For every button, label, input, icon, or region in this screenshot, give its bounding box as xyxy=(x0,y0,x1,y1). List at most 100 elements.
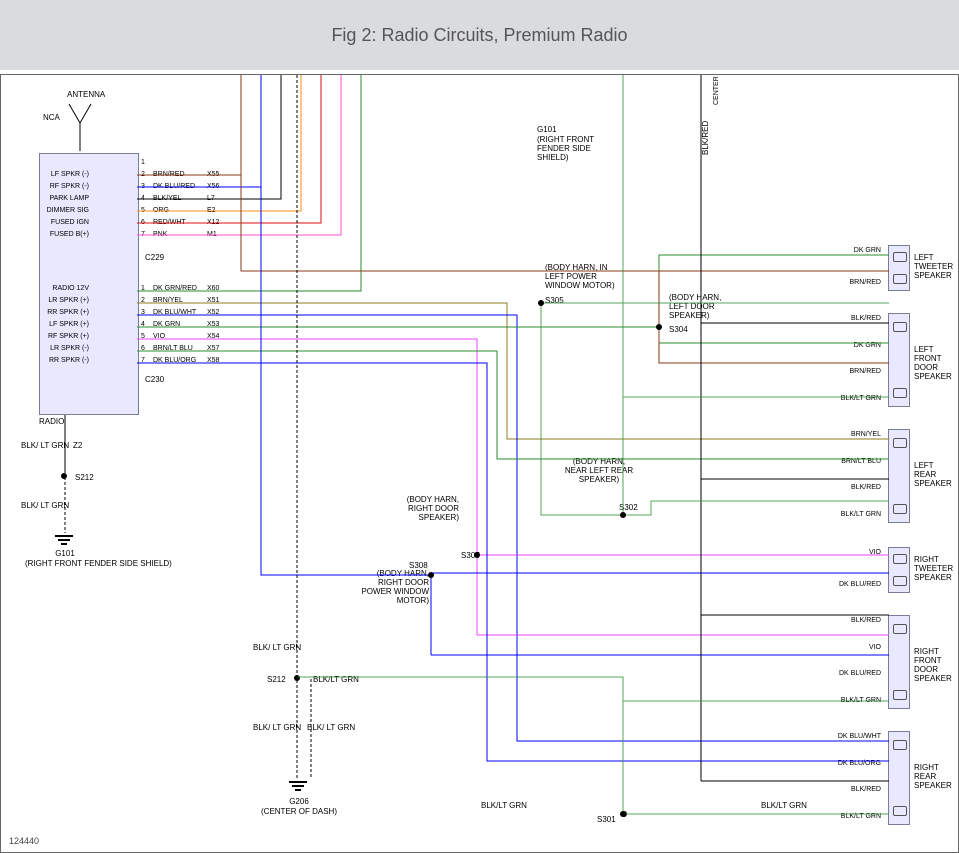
s307-desc: (BODY HARN, RIGHT DOOR SPEAKER) xyxy=(397,495,459,522)
speaker-1-wire-3: BLK/LT GRN xyxy=(821,395,881,402)
c229-wire-6: PNK xyxy=(153,231,167,238)
speaker-1-icon xyxy=(888,313,910,407)
g101-top-label: G101 xyxy=(537,125,557,134)
c230-route-3: X53 xyxy=(207,321,219,328)
c230-wire-5: BRN/LT BLU xyxy=(153,345,193,352)
c229-num-1: 2 xyxy=(141,171,145,178)
c229-num-2: 3 xyxy=(141,183,145,190)
speaker-2-name: LEFT REAR SPEAKER xyxy=(914,461,954,488)
speaker-1-wire-0: BLK/RED xyxy=(821,315,881,322)
c229-wire-3: BLK/YEL xyxy=(153,195,181,202)
speaker-2-wire-0: BRN/YEL xyxy=(821,431,881,438)
blk-ltgrn-h: BLK/LT GRN xyxy=(313,675,359,684)
antenna-label: ANTENNA xyxy=(67,90,105,99)
c230-sig-0: RADIO 12V xyxy=(41,285,89,292)
s307-label: S307 xyxy=(461,551,480,560)
speaker-4-wire-2: DK BLU/RED xyxy=(821,670,881,677)
splice-s301-dot xyxy=(621,811,627,817)
speaker-4-wire-3: BLK/LT GRN xyxy=(821,697,881,704)
c230-num-0: 1 xyxy=(141,285,145,292)
c230-num-2: 3 xyxy=(141,309,145,316)
c230-wire-1: BRN/YEL xyxy=(153,297,183,304)
c229-route-1: X55 xyxy=(207,171,219,178)
c230-num-6: 7 xyxy=(141,357,145,364)
c229-route-5: X12 xyxy=(207,219,219,226)
c230-sig-6: RR SPKR (-) xyxy=(41,357,89,364)
g206-desc: (CENTER OF DASH) xyxy=(261,807,337,816)
ground-symbol-icon xyxy=(55,535,73,537)
speaker-1-name: LEFT FRONT DOOR SPEAKER xyxy=(914,345,954,381)
c229-num-0: 1 xyxy=(141,159,145,166)
s308-label: S308 xyxy=(409,561,428,570)
speaker-0-wire-1: BRN/RED xyxy=(821,279,881,286)
s305-label: S305 xyxy=(545,296,564,305)
c229-route-3: L7 xyxy=(207,195,215,202)
c229-wire-1: BRN/RED xyxy=(153,171,185,178)
gnd-wire-1: BLK/ LT GRN xyxy=(21,441,51,450)
speaker-3-icon xyxy=(888,547,910,593)
c230-sig-2: RR SPKR (+) xyxy=(41,309,89,316)
speaker-5-wire-1: DK BLU/ORG xyxy=(821,760,881,767)
connector-c230: C230 xyxy=(145,375,164,384)
c229-sig-2: RF SPKR (-) xyxy=(41,183,89,190)
c229-route-4: E2 xyxy=(207,207,216,214)
c229-sig-4: DIMMER SIG xyxy=(41,207,89,214)
speaker-0-wire-0: DK GRN xyxy=(821,247,881,254)
speaker-5-wire-2: BLK/RED xyxy=(821,786,881,793)
c230-route-6: X58 xyxy=(207,357,219,364)
c230-sig-1: LR SPKR (+) xyxy=(41,297,89,304)
blk-ltgrn-h2: BLK/LT GRN xyxy=(481,801,527,810)
c229-sig-3: PARK LAMP xyxy=(41,195,89,202)
radio-module-box xyxy=(39,153,139,415)
g101-top-desc: (RIGHT FRONT FENDER SIDE SHIELD) xyxy=(537,135,607,162)
speaker-5-wire-3: BLK/LT GRN xyxy=(821,813,881,820)
c230-num-5: 6 xyxy=(141,345,145,352)
gnd-route: Z2 xyxy=(73,441,82,450)
gnd-wire-5: BLK/ LT GRN xyxy=(307,723,343,732)
page-title: Fig 2: Radio Circuits, Premium Radio xyxy=(331,25,627,46)
c230-route-4: X54 xyxy=(207,333,219,340)
s308-desc: (BODY HARN, RIGHT DOOR POWER WINDOW MOTO… xyxy=(353,569,429,605)
c230-num-3: 4 xyxy=(141,321,145,328)
c229-sig-6: FUSED B(+) xyxy=(41,231,89,238)
c229-wire-4: ORG xyxy=(153,207,169,214)
c229-num-4: 5 xyxy=(141,207,145,214)
speaker-1-wire-1: DK GRN xyxy=(821,342,881,349)
speaker-2-icon xyxy=(888,429,910,523)
wiring-diagram: ANTENNA NCA RADIO 1LF SPKR (-)2BRN/REDX5… xyxy=(0,74,959,853)
speaker-0-icon xyxy=(888,245,910,291)
splice-s212b-dot xyxy=(294,675,300,681)
g101-bot-desc: (RIGHT FRONT FENDER SIDE SHIELD) xyxy=(25,559,105,568)
gnd-wire-3: BLK/ LT GRN xyxy=(253,643,289,652)
s304-label: S304 xyxy=(669,325,688,334)
c229-sig-5: FUSED IGN xyxy=(41,219,89,226)
c229-wire-2: DK BLU/RED xyxy=(153,183,195,190)
c230-wire-0: DK GRN/RED xyxy=(153,285,197,292)
c229-num-5: 6 xyxy=(141,219,145,226)
c230-wire-6: DK BLU/ORG xyxy=(153,357,196,364)
speaker-0-name: LEFT TWEETER SPEAKER xyxy=(914,253,954,280)
c229-route-6: M1 xyxy=(207,231,217,238)
speaker-4-wire-0: BLK/RED xyxy=(821,617,881,624)
s305-desc: (BODY HARN, IN LEFT POWER WINDOW MOTOR) xyxy=(545,263,625,290)
wire-routing-svg xyxy=(1,75,959,853)
c229-num-3: 4 xyxy=(141,195,145,202)
speaker-3-wire-1: DK BLU/RED xyxy=(821,581,881,588)
s302-label: S302 xyxy=(619,503,638,512)
c230-route-5: X57 xyxy=(207,345,219,352)
c230-sig-5: LR SPKR (-) xyxy=(41,345,89,352)
blk-ltgrn-h3: BLK/LT GRN xyxy=(761,801,807,810)
gnd-wire-4: BLK/ LT GRN xyxy=(253,723,289,732)
s304-desc: (BODY HARN, LEFT DOOR SPEAKER) xyxy=(669,293,741,320)
radio-label: RADIO xyxy=(39,417,64,426)
g206-label: G206 xyxy=(271,797,327,806)
speaker-5-wire-0: DK BLU/WHT xyxy=(821,733,881,740)
g101-bot-label: G101 xyxy=(33,549,97,558)
speaker-3-wire-0: VIO xyxy=(821,549,881,556)
splice-s212-dot xyxy=(61,473,67,479)
c230-route-0: X60 xyxy=(207,285,219,292)
connector-c229: C229 xyxy=(145,253,164,262)
c230-num-4: 5 xyxy=(141,333,145,340)
c230-route-1: X51 xyxy=(207,297,219,304)
center-dash-vert: CENTER OF DASH) xyxy=(713,74,720,105)
